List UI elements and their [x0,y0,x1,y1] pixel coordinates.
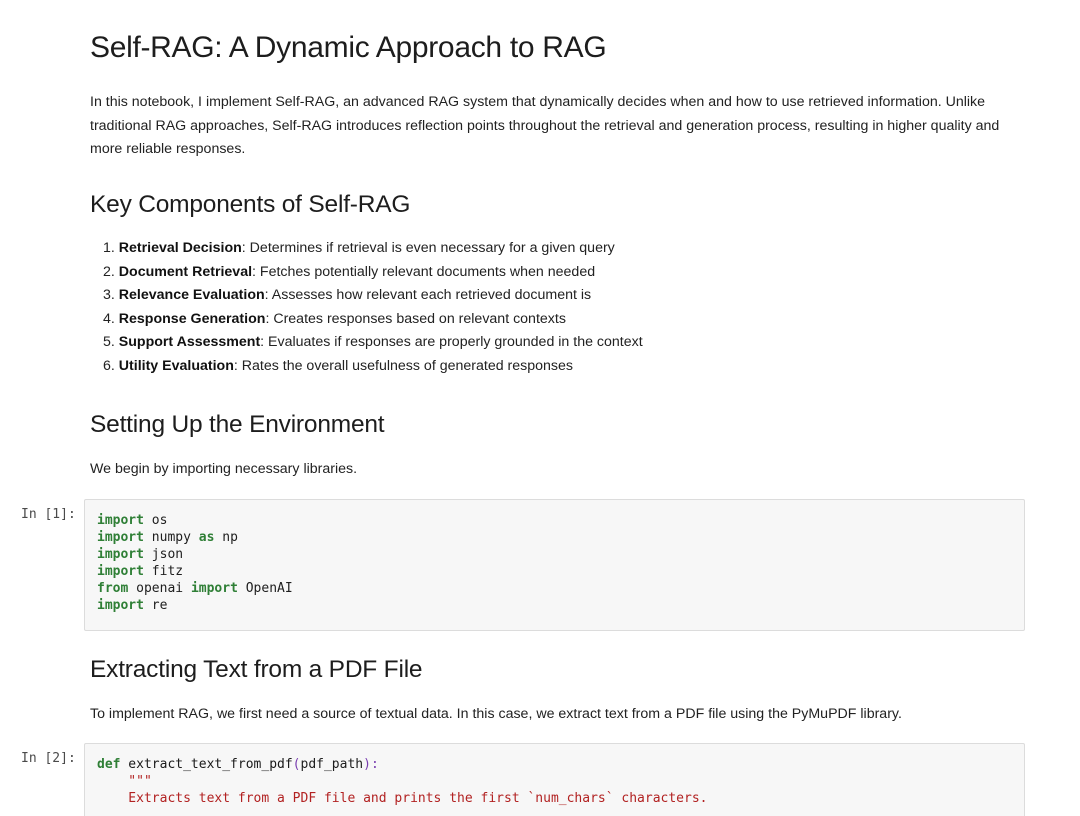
code-token: ( [292,757,301,772]
component-number: 3. [103,287,119,303]
component-description: : Creates responses based on relevant co… [265,310,566,327]
component-description: : Evaluates if responses are properly gr… [260,334,643,350]
code-token: fitz [143,564,184,579]
component-item: 2. Document Retrieval: Fetches potential… [103,261,643,285]
code-token: ): [363,757,379,772]
code-token: re [143,598,168,613]
code-cell-1-source[interactable]: import os import numpy as np import json… [85,500,1024,614]
components-heading: Key Components of Self-RAG [90,191,411,218]
component-description: : Rates the overall usefulness of genera… [233,357,574,374]
component-number: 4. [103,310,119,327]
component-number: 2. [103,263,119,280]
code-cell-2-source[interactable]: def extract_text_from_pdf(pdf_path): """… [85,744,1024,807]
component-item: 4. Response Generation: Creates response… [103,308,643,332]
component-term: Relevance Evaluation [118,287,265,303]
code-cell-2[interactable]: def extract_text_from_pdf(pdf_path): """… [84,743,1025,816]
cell-2-prompt: In [2]: [21,751,76,766]
code-token: as [198,530,215,545]
pdf-heading: Extracting Text from a PDF File [90,656,423,683]
code-token: import [97,598,144,613]
components-list: 1. Retrieval Decision: Determines if ret… [103,237,643,378]
component-item: 3. Relevance Evaluation: Assesses how re… [103,284,643,308]
environment-heading: Setting Up the Environment [90,411,385,438]
component-term: Utility Evaluation [118,357,234,374]
code-token: import [97,547,144,562]
code-token: import [97,530,144,545]
code-cell-1[interactable]: import os import numpy as np import json… [84,499,1025,631]
code-token: import [97,513,144,528]
code-token: import [97,564,144,579]
code-token: import [190,581,238,596]
component-term: Response Generation [118,310,266,327]
code-token: from [97,581,129,596]
pdf-text: To implement RAG, we first need a source… [90,706,902,722]
code-token: Extracts text from a PDF file and prints… [97,791,708,806]
code-token: OpenAI [237,581,293,596]
code-token: os [143,513,168,528]
code-token: numpy [143,530,199,545]
code-token: np [214,530,238,545]
component-number: 1. [103,240,119,256]
intro-paragraph: In this notebook, I implement Self-RAG, … [90,94,1000,157]
component-number: 5. [103,334,119,350]
cell-1-prompt: In [1]: [21,507,76,522]
component-item: 5. Support Assessment: Evaluates if resp… [103,331,643,355]
code-token: pdf_path [300,757,364,772]
component-term: Support Assessment [118,334,261,350]
component-term: Document Retrieval [118,263,253,280]
code-token: def [97,757,121,772]
component-number: 6. [103,357,119,374]
code-token: openai [128,581,191,596]
code-token: extract_text_from_pdf [120,757,293,772]
component-description: : Assesses how relevant each retrieved d… [264,287,592,303]
component-item: 1. Retrieval Decision: Determines if ret… [103,237,643,261]
component-description: : Fetches potentially relevant documents… [252,263,596,280]
code-token: """ [97,774,152,789]
code-token: json [143,547,184,562]
component-item: 6. Utility Evaluation: Rates the overall… [103,355,643,379]
component-description: : Determines if retrieval is even necess… [241,240,615,256]
notebook-title: Self-RAG: A Dynamic Approach to RAG [90,31,607,64]
component-term: Retrieval Decision [118,240,242,256]
environment-text: We begin by importing necessary librarie… [90,461,358,477]
